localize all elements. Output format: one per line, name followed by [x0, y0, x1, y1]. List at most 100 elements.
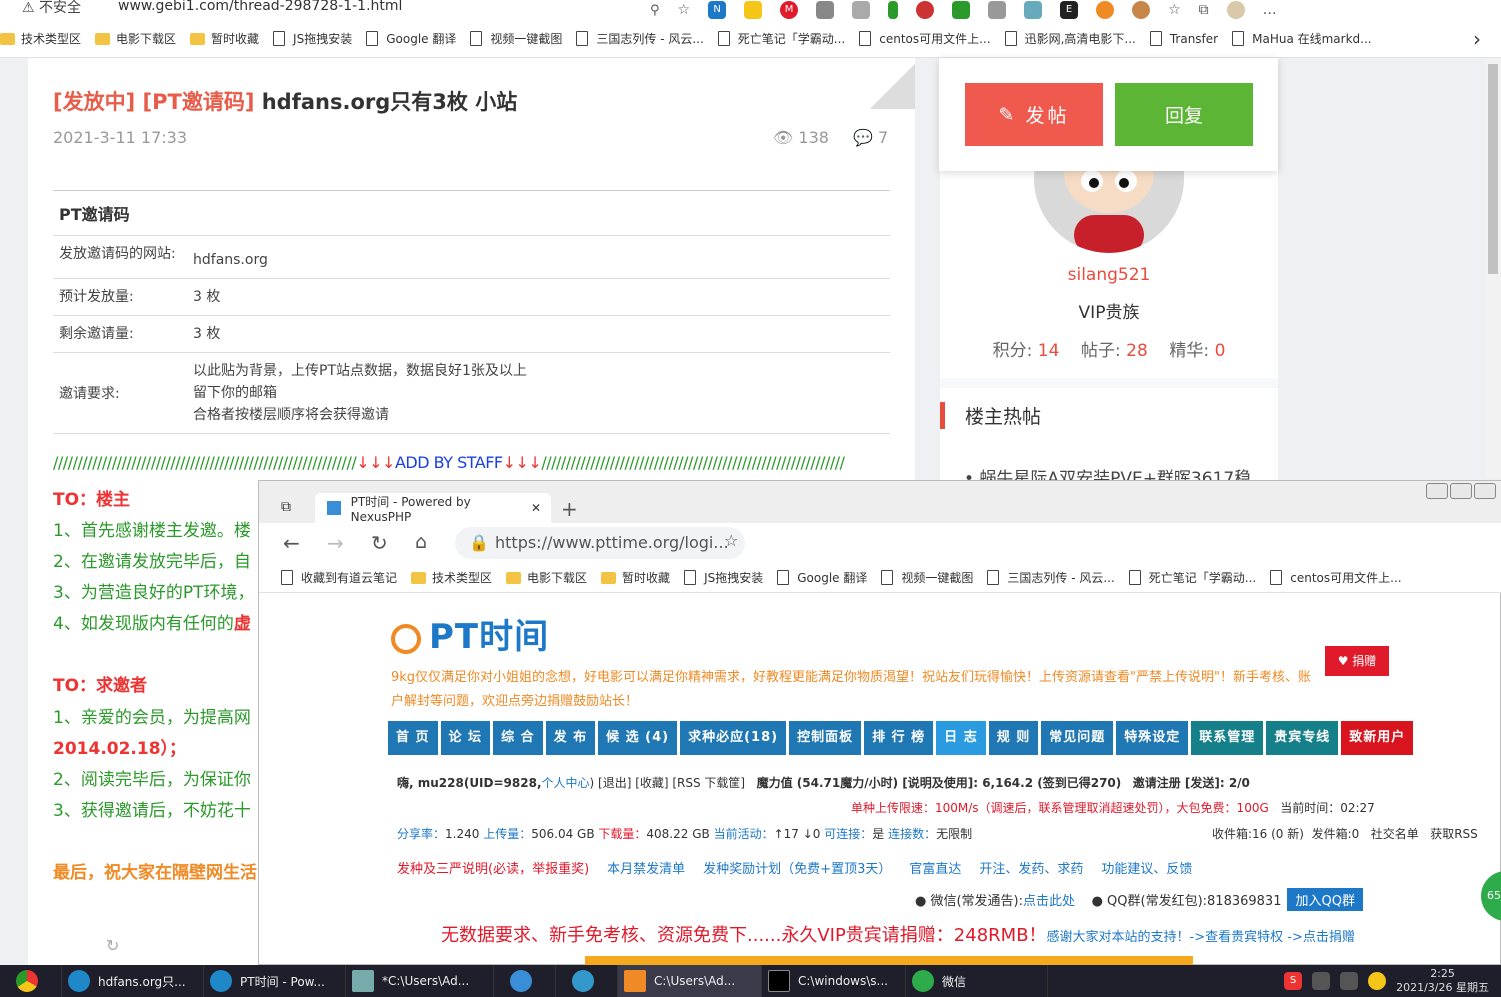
- taskbar-item[interactable]: C:\Users\Ad...: [618, 965, 762, 997]
- refresh-icon[interactable]: ↻: [371, 531, 388, 555]
- user-links[interactable]: ) [退出] [收藏] [RSS 下载筐]: [590, 776, 746, 790]
- favorite-icon[interactable]: ☆: [724, 531, 738, 550]
- bookmark-item[interactable]: 迅影网,高清电影下...: [1004, 30, 1136, 47]
- volume-tray-icon[interactable]: [1340, 972, 1359, 990]
- menu-item[interactable]: 控制面板: [789, 721, 862, 755]
- menu-item[interactable]: 致新用户: [1341, 721, 1414, 755]
- chrome-taskbar-button[interactable]: [0, 965, 62, 997]
- post-button[interactable]: ✎ 发帖: [965, 83, 1103, 146]
- address-bar[interactable]: 🔒 https://www.pttime.org/logi...: [455, 527, 745, 559]
- chat-ext-icon[interactable]: [744, 1, 763, 19]
- home-icon[interactable]: ⌂: [415, 531, 427, 553]
- maximize-button[interactable]: [1450, 483, 1472, 499]
- notice-link[interactable]: 功能建议、反馈: [1101, 858, 1192, 877]
- menu-item[interactable]: 规 则: [988, 721, 1039, 755]
- taskbar-item[interactable]: C:\windows\s...: [762, 965, 906, 997]
- menu-item[interactable]: 首 页: [388, 721, 438, 755]
- clock[interactable]: 2:25 2021/3/26 星期五: [1396, 967, 1489, 995]
- active-value[interactable]: ↑17 ↓0: [774, 827, 821, 841]
- menu-item[interactable]: 求种必应(18): [680, 721, 787, 755]
- menu-item[interactable]: 贵宾专线: [1266, 721, 1339, 755]
- security-warning[interactable]: ⚠ 不安全: [22, 0, 81, 17]
- taskbar-item[interactable]: [494, 965, 556, 997]
- bookmark-item[interactable]: 技术类型区: [0, 30, 81, 47]
- menu-item[interactable]: 候 选 (4): [598, 721, 678, 755]
- shield-ext-icon[interactable]: [952, 1, 971, 19]
- network-tray-icon[interactable]: [1312, 972, 1331, 990]
- bookmark-item[interactable]: 暂时收藏: [601, 569, 670, 586]
- cookie-ext-icon[interactable]: [1132, 1, 1151, 19]
- taskbar-item[interactable]: 微信: [906, 965, 1048, 997]
- outbox-link[interactable]: 发件箱:0: [1312, 827, 1360, 841]
- bookmark-item[interactable]: Transfer: [1149, 31, 1218, 46]
- menu-item[interactable]: 日 志: [936, 721, 986, 755]
- menu-item[interactable]: 联系管理: [1191, 721, 1264, 755]
- wechat-link[interactable]: 点击此处: [1023, 894, 1075, 909]
- menu-item[interactable]: 论 坛: [440, 721, 491, 755]
- join-qq-button[interactable]: 加入QQ群: [1287, 888, 1363, 911]
- address-bar[interactable]: www.gebi1.com/thread-298728-1-1.html: [118, 0, 402, 14]
- bookmark-item[interactable]: centos可用文件上...: [1270, 569, 1402, 586]
- bookmark-item[interactable]: Google 翻译: [366, 30, 456, 47]
- notice-link[interactable]: 官富直达: [909, 858, 961, 877]
- mega-ext-icon[interactable]: M: [780, 1, 799, 19]
- notice-link[interactable]: 发种奖励计划（免费+置顶3天）: [703, 858, 891, 877]
- profile-avatar[interactable]: [1226, 1, 1245, 19]
- taskbar-item[interactable]: *C:\Users\Ad...: [346, 965, 494, 997]
- forward-icon[interactable]: →: [327, 531, 344, 555]
- app-tray-icon[interactable]: [1368, 972, 1387, 990]
- zoom-icon[interactable]: ⚲: [650, 3, 660, 18]
- bookmark-item[interactable]: 暂时收藏: [190, 30, 259, 47]
- e-ext-icon[interactable]: E: [1060, 1, 1079, 19]
- taskbar-item[interactable]: hdfans.org只...: [62, 965, 204, 997]
- inbox-link[interactable]: 收件箱:16 (0 新): [1212, 827, 1304, 841]
- flag-ext-icon[interactable]: [888, 1, 899, 19]
- notice-link[interactable]: 开注、发药、求药: [979, 858, 1083, 877]
- bookmark-item[interactable]: 视频一键截图: [881, 569, 973, 586]
- bookmark-item[interactable]: 视频一键截图: [470, 30, 562, 47]
- bookmark-item[interactable]: 死亡笔记「学霸动...: [717, 30, 845, 47]
- magic-value[interactable]: 魔力值 (54.71魔力/小时) [说明及使用]: 6,164.2 (签到已得2…: [757, 776, 1122, 790]
- bookmark-item[interactable]: centos可用文件上...: [859, 30, 991, 47]
- bookmark-item[interactable]: 技术类型区: [411, 569, 492, 586]
- new-tab-button[interactable]: +: [561, 497, 578, 521]
- rss-link[interactable]: 获取RSS: [1430, 827, 1478, 841]
- float-widget[interactable]: 65: [1481, 871, 1501, 921]
- globe-ext-icon[interactable]: [1024, 1, 1043, 19]
- promo-links[interactable]: 感谢大家对本站的支持！->查看贵宾特权 ->点击捐赠: [1047, 930, 1355, 945]
- timer-ext-icon[interactable]: [1096, 1, 1115, 19]
- bookmark-item[interactable]: JS拖拽安装: [273, 30, 352, 47]
- collections-icon[interactable]: ⧉: [1199, 2, 1209, 18]
- bookmark-item[interactable]: 三国志列传 - 风云...: [576, 30, 704, 47]
- tab-actions-icon[interactable]: ⧉: [281, 499, 291, 515]
- favorites-icon[interactable]: ☆: [1168, 2, 1181, 18]
- bookmark-item[interactable]: MaHua 在线markd...: [1232, 30, 1372, 47]
- s-tray-icon[interactable]: S: [1284, 972, 1303, 990]
- favorite-icon[interactable]: ☆: [678, 2, 691, 18]
- close-tab-icon[interactable]: ✕: [531, 501, 541, 515]
- bookmark-item[interactable]: 电影下载区: [95, 30, 176, 47]
- menu-item[interactable]: 常见问题: [1041, 721, 1114, 755]
- menu-item[interactable]: 排 行 榜: [864, 721, 934, 755]
- minimize-button[interactable]: [1426, 483, 1448, 499]
- bookmark-item[interactable]: 死亡笔记「学霸动...: [1128, 569, 1256, 586]
- rocket-ext-icon[interactable]: [916, 1, 935, 19]
- notice-link[interactable]: 发种及三严说明(必读，举报重奖): [397, 858, 589, 877]
- page-scrollbar[interactable]: [1485, 58, 1501, 478]
- invite-info[interactable]: 邀请注册 [发送]: 2/0: [1133, 776, 1250, 790]
- back-icon[interactable]: ←: [283, 531, 300, 555]
- taskbar-item[interactable]: PT时间 - Pow...: [204, 965, 346, 997]
- reply-button[interactable]: 回复: [1115, 83, 1253, 146]
- new-ext-icon[interactable]: N: [708, 1, 727, 19]
- puzzle-ext-icon[interactable]: [988, 1, 1007, 19]
- menu-item[interactable]: 综 合: [493, 721, 543, 755]
- menu-icon[interactable]: …: [1263, 2, 1277, 18]
- pt-logo[interactable]: PT时间: [391, 609, 549, 658]
- social-link[interactable]: 社交名单: [1371, 827, 1419, 841]
- reader-ext-icon[interactable]: [816, 1, 835, 19]
- bookmark-item[interactable]: JS拖拽安装: [684, 569, 763, 586]
- bookmark-item[interactable]: 三国志列传 - 风云...: [987, 569, 1115, 586]
- chevron-right-icon[interactable]: ›: [1473, 27, 1481, 51]
- tab-pttime[interactable]: PT时间 - Powered by NexusPHP ✕: [315, 493, 551, 524]
- taskbar-item[interactable]: [556, 965, 618, 997]
